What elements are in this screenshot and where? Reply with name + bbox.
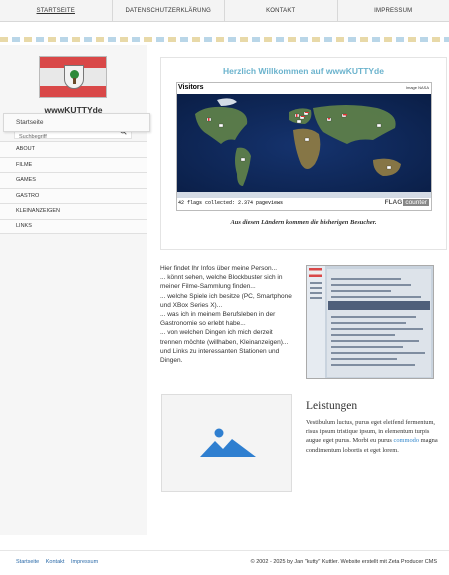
image-credit: Image NASA [405, 85, 429, 90]
footer: Startseite Kontakt Impressum © 2002 - 20… [0, 550, 449, 575]
website-screenshot-image[interactable] [306, 265, 434, 379]
image-placeholder-icon [200, 428, 256, 457]
sidebar-item-links[interactable]: LINKS [0, 218, 147, 234]
commodo-link[interactable]: commodo [394, 437, 420, 444]
nav-item-kontakt[interactable]: KONTAKT [225, 0, 338, 21]
sidebar-menu: ABOUT FILME GAMES GASTRO KLEINANZEIGEN L… [0, 141, 147, 234]
site-logo[interactable] [39, 56, 107, 98]
sidebar-item-about[interactable]: ABOUT [0, 141, 147, 157]
visitor-map-widget[interactable]: Visitors Image NASA 42 flags collected: … [176, 82, 432, 211]
image-placeholder [161, 394, 292, 492]
flag-counter-logo[interactable]: FLAG counter [385, 199, 429, 206]
nav-item-startseite[interactable]: STARTSEITE [0, 0, 113, 21]
sidebar-home-button[interactable]: Startseite [3, 113, 150, 132]
footer-link-startseite[interactable]: Startseite [16, 559, 39, 565]
welcome-title: Herzlich Willkommen auf wwwKUTTYde [223, 66, 384, 76]
leistungen-title: Leistungen [306, 400, 358, 412]
footer-link-impressum[interactable]: Impressum [71, 559, 98, 565]
footer-copyright: © 2002 - 2025 by Jan "kutty" Kuttler. We… [250, 559, 437, 565]
welcome-section: Herzlich Willkommen auf wwwKUTTYde Visit… [160, 57, 447, 250]
map-caption: Aus diesen Ländern kommen die bisherigen… [230, 219, 377, 226]
decorative-stripe [0, 37, 449, 42]
sidebar-item-filme[interactable]: FILME [0, 156, 147, 172]
sidebar-item-gastro[interactable]: GASTRO [0, 187, 147, 203]
coat-of-arms-icon [64, 65, 84, 89]
nav-item-datenschutz[interactable]: DATENSCHUTZERKLÄRUNG [113, 0, 225, 21]
footer-links: Startseite Kontakt Impressum [16, 559, 103, 565]
intro-text: Hier findet Ihr Infos über meine Person.… [160, 265, 292, 365]
top-navigation: STARTSEITE DATENSCHUTZERKLÄRUNG KONTAKT … [0, 0, 449, 22]
flags-collected-text: 42 flags collected: 2.374 pageviews [178, 200, 284, 206]
sidebar-item-kleinanzeigen[interactable]: KLEINANZEIGEN [0, 203, 147, 219]
widget-title: Visitors [178, 84, 204, 91]
leistungen-text: Vestibulum luctus, purus eget eleifend f… [306, 419, 438, 454]
nav-item-impressum[interactable]: IMPRESSUM [338, 0, 449, 21]
footer-link-kontakt[interactable]: Kontakt [46, 559, 65, 565]
world-map-image [177, 94, 431, 198]
sidebar-item-games[interactable]: GAMES [0, 172, 147, 188]
world-map-icon [177, 98, 431, 198]
